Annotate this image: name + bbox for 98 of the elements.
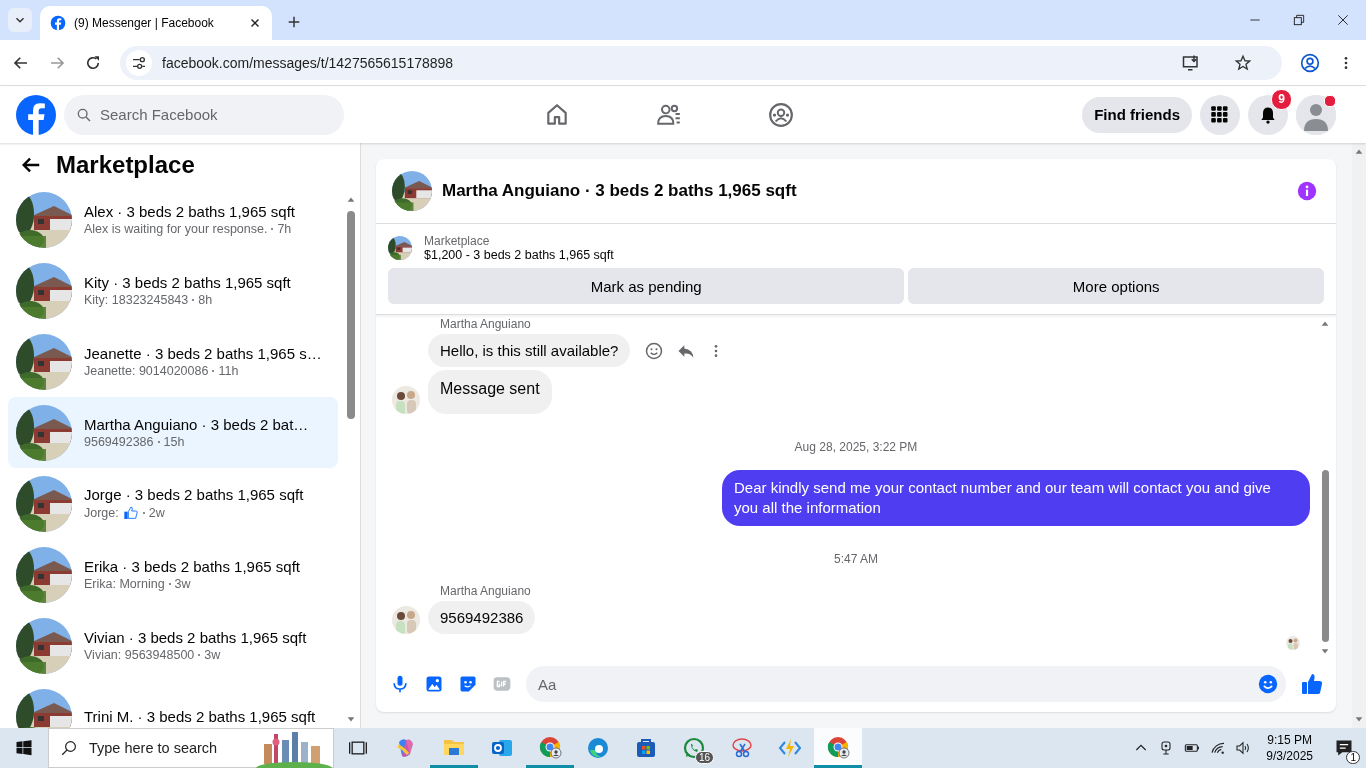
url-text: facebook.com/messages/t/1427565615178898 <box>162 54 455 71</box>
photo-icon[interactable] <box>424 674 444 694</box>
message-bubble: Hello, is this still available? <box>428 334 631 367</box>
scroll-down-icon[interactable] <box>1320 646 1330 656</box>
clock-time: 9:15 PM <box>1267 733 1312 747</box>
sidebar-title: Marketplace <box>56 151 195 179</box>
message-bubble: Message sent <box>428 370 552 414</box>
menu-button[interactable] <box>1200 94 1240 135</box>
scroll-up-icon[interactable] <box>1354 147 1364 157</box>
conversation-item[interactable]: Kity · 3 beds 2 baths 1,965 sqft Kity: 18323245843 8h <box>8 255 338 326</box>
close-icon[interactable] <box>1336 13 1350 27</box>
scrollbar-thumb[interactable] <box>347 211 355 419</box>
message-time: 3w <box>204 648 221 662</box>
message-preview: Jeanette: 9014020086 <box>84 364 209 378</box>
find-friends-button[interactable]: Find friends <box>1082 96 1192 133</box>
info-icon[interactable] <box>1296 180 1318 202</box>
mark-pending-button[interactable]: Mark as pending <box>388 268 905 304</box>
wifi-icon[interactable] <box>1210 740 1227 756</box>
tab-title: (9) Messenger | Facebook <box>74 16 215 30</box>
notification-badge: 9 <box>1271 88 1292 110</box>
scroll-down-icon[interactable] <box>1354 714 1364 724</box>
message-bubble: Dear kindly send me your contact number and our team will contact you and give you all the information <box>722 470 1310 526</box>
home-icon[interactable] <box>544 101 570 128</box>
grid-menu-icon <box>1210 104 1230 125</box>
message-time: 8h <box>198 293 213 307</box>
thumbs-up-icon <box>122 505 139 521</box>
chrome-icon[interactable] <box>538 734 562 759</box>
address-bar[interactable]: facebook.com/messages/t/1427565615178898 <box>120 45 1282 80</box>
conversation-item[interactable]: Martha Anguiano · 3 beds 2 bat… 9569492386 15h <box>8 397 338 468</box>
message-field[interactable]: Aa <box>526 666 1286 702</box>
sender-name: Martha Anguiano <box>440 317 532 331</box>
scroll-down-icon[interactable] <box>346 714 356 724</box>
message-preview: Alex is waiting for your response. <box>84 222 268 236</box>
count-badge: 16 <box>694 751 714 764</box>
message-time: 15h <box>163 435 185 449</box>
message-bubble: 9569492386 <box>428 601 536 634</box>
speaker-icon[interactable] <box>1235 740 1252 756</box>
sender-name: Martha Anguiano <box>440 584 532 598</box>
conversation-item[interactable]: Vivian · 3 beds 2 baths 1,965 sqft Vivian: 9563948500 3w <box>8 610 338 681</box>
reload-icon[interactable] <box>84 53 102 72</box>
facebook-icon[interactable] <box>50 15 66 31</box>
message-time: 7h <box>277 222 292 236</box>
tab-search-button[interactable] <box>8 8 32 32</box>
clock-date: 9/3/2025 <box>1266 749 1313 763</box>
conversation-item[interactable]: Jorge · 3 beds 2 baths 1,965 sqft Jorge: 2w <box>8 468 338 539</box>
conversation-item[interactable]: Jeanette · 3 beds 2 baths 1,965 s… Jeanette: 9014020086 11h <box>8 326 338 397</box>
conversation-title: Martha Anguiano · 3 beds 2 bat… <box>84 416 309 433</box>
conversation-title: Jeanette · 3 beds 2 baths 1,965 s… <box>84 345 322 362</box>
conversation-item[interactable]: Alex · 3 beds 2 baths 1,965 sqft Alex is waiting for your response. 7h <box>8 184 338 255</box>
listing-label: Marketplace <box>424 234 491 248</box>
message-preview: Jorge: <box>84 506 119 520</box>
search-icon <box>76 106 92 123</box>
scissors-icon[interactable] <box>730 736 754 760</box>
windows-start-icon[interactable] <box>15 739 33 757</box>
message-time: 2w <box>148 506 165 520</box>
groups-icon[interactable] <box>768 101 794 128</box>
smiley-icon[interactable] <box>644 340 665 361</box>
notifications-button[interactable] <box>1248 94 1288 135</box>
search-field[interactable]: Search Facebook <box>64 94 344 135</box>
message-preview: Kity: 18323245843 <box>84 293 189 307</box>
facebook-icon[interactable] <box>16 94 56 135</box>
store-icon[interactable] <box>634 736 658 760</box>
install-app-icon[interactable] <box>1182 53 1200 72</box>
message-preview: Vivian: 9563948500 <box>84 648 195 662</box>
conversation-title: Kity · 3 beds 2 baths 1,965 sqft <box>84 274 291 291</box>
conversation-title: Alex · 3 beds 2 baths 1,965 sqft <box>84 203 295 220</box>
conversation-title: Vivian · 3 beds 2 baths 1,965 sqft <box>84 629 307 646</box>
bookmark-star-icon[interactable] <box>1234 53 1252 72</box>
timestamp: Aug 28, 2025, 3:22 PM <box>794 440 918 454</box>
scroll-up-icon[interactable] <box>346 195 356 205</box>
like-icon[interactable] <box>1300 672 1324 696</box>
chat-title: Martha Anguiano · 3 beds 2 baths 1,965 sqft <box>442 181 798 201</box>
sticker-icon[interactable] <box>458 674 478 694</box>
scroll-up-icon[interactable] <box>1320 319 1330 329</box>
conversation-title: Erika · 3 beds 2 baths 1,965 sqft <box>84 558 300 575</box>
notification-badge: 1 <box>1346 751 1360 764</box>
edge-icon[interactable] <box>586 736 610 760</box>
message-preview: 9569492386 <box>84 435 154 449</box>
microphone-icon[interactable] <box>390 674 410 694</box>
site-settings-icon[interactable] <box>131 54 147 71</box>
message-preview: Erika: Morning <box>84 577 165 591</box>
emoji-icon[interactable] <box>1257 673 1279 695</box>
new-tab-icon[interactable] <box>286 14 302 30</box>
message-time: 3w <box>174 577 191 591</box>
scrollbar-thumb[interactable] <box>1321 470 1329 642</box>
chrome-icon[interactable] <box>826 734 850 759</box>
conversation-title: Jorge · 3 beds 2 baths 1,965 sqft <box>84 486 304 503</box>
conversation-item[interactable]: Erika · 3 beds 2 baths 1,965 sqft Erika: Morning 3w <box>8 539 338 610</box>
avatar-icon <box>1296 94 1336 135</box>
account-button[interactable] <box>1296 94 1336 135</box>
conversation-title: Trini M. · 3 beds 2 baths 1,965 sqft <box>84 708 316 725</box>
restore-icon[interactable] <box>1292 13 1306 27</box>
timestamp: 5:47 AM <box>834 552 878 566</box>
listing-detail: $1,200 - 3 beds 2 baths 1,965 sqft <box>424 248 614 262</box>
more-options-button[interactable]: More options <box>908 268 1324 304</box>
profile-icon[interactable] <box>1300 52 1320 73</box>
browser-tab[interactable]: (9) Messenger | Facebook <box>40 6 272 40</box>
message-time: 11h <box>218 364 239 378</box>
